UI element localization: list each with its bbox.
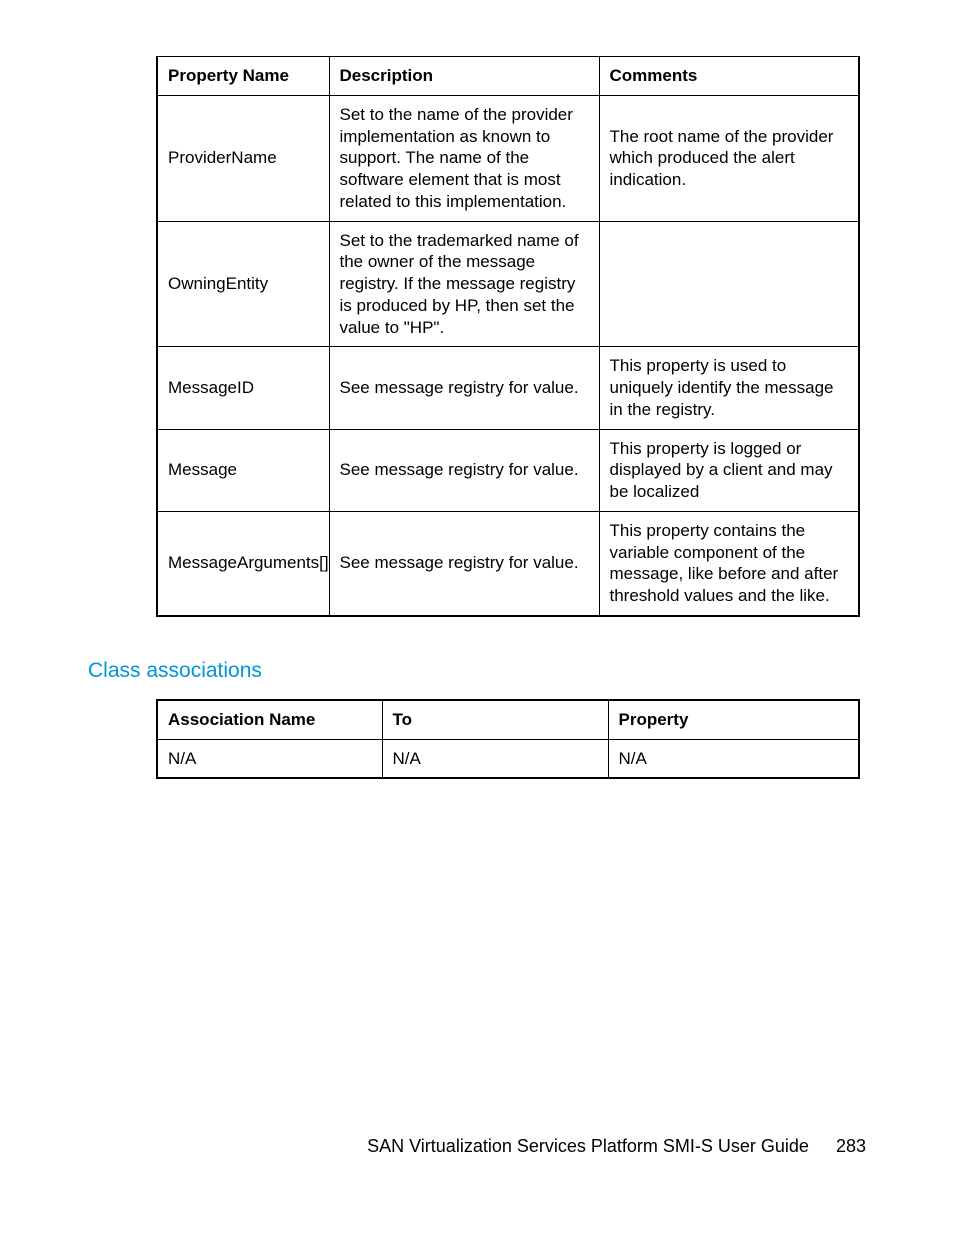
page-number: 283 bbox=[836, 1136, 866, 1156]
cell-prop: N/A bbox=[608, 739, 859, 778]
table-row: MessageID See message registry for value… bbox=[157, 347, 859, 429]
cell-comm bbox=[599, 221, 859, 347]
table-row: Message See message registry for value. … bbox=[157, 429, 859, 511]
cell-comm: This property is used to uniquely identi… bbox=[599, 347, 859, 429]
table-row: MessageArguments[] See message registry … bbox=[157, 511, 859, 616]
cell-comm: The root name of the provider which prod… bbox=[599, 95, 859, 221]
page-footer: SAN Virtualization Services Platform SMI… bbox=[367, 1136, 866, 1157]
cell-comm: This property is logged or displayed by … bbox=[599, 429, 859, 511]
cell-assoc: N/A bbox=[157, 739, 382, 778]
table-row: N/A N/A N/A bbox=[157, 739, 859, 778]
cell-desc: See message registry for value. bbox=[329, 511, 599, 616]
cell-prop: MessageID bbox=[157, 347, 329, 429]
th-property: Property bbox=[608, 700, 859, 739]
cell-prop: OwningEntity bbox=[157, 221, 329, 347]
association-table: Association Name To Property N/A N/A N/A bbox=[156, 699, 860, 780]
cell-desc: Set to the trademarked name of the owner… bbox=[329, 221, 599, 347]
th-association-name: Association Name bbox=[157, 700, 382, 739]
th-description: Description bbox=[329, 57, 599, 96]
cell-to: N/A bbox=[382, 739, 608, 778]
cell-prop: ProviderName bbox=[157, 95, 329, 221]
table-row: OwningEntity Set to the trademarked name… bbox=[157, 221, 859, 347]
cell-desc: Set to the name of the provider implemen… bbox=[329, 95, 599, 221]
cell-prop: Message bbox=[157, 429, 329, 511]
th-property-name: Property Name bbox=[157, 57, 329, 96]
th-comments: Comments bbox=[599, 57, 859, 96]
table-row: ProviderName Set to the name of the prov… bbox=[157, 95, 859, 221]
cell-desc: See message registry for value. bbox=[329, 429, 599, 511]
cell-desc: See message registry for value. bbox=[329, 347, 599, 429]
section-heading: Class associations bbox=[88, 659, 866, 683]
cell-prop: MessageArguments[] bbox=[157, 511, 329, 616]
property-table: Property Name Description Comments Provi… bbox=[156, 56, 860, 617]
th-to: To bbox=[382, 700, 608, 739]
cell-comm: This property contains the variable comp… bbox=[599, 511, 859, 616]
footer-title: SAN Virtualization Services Platform SMI… bbox=[367, 1136, 809, 1156]
